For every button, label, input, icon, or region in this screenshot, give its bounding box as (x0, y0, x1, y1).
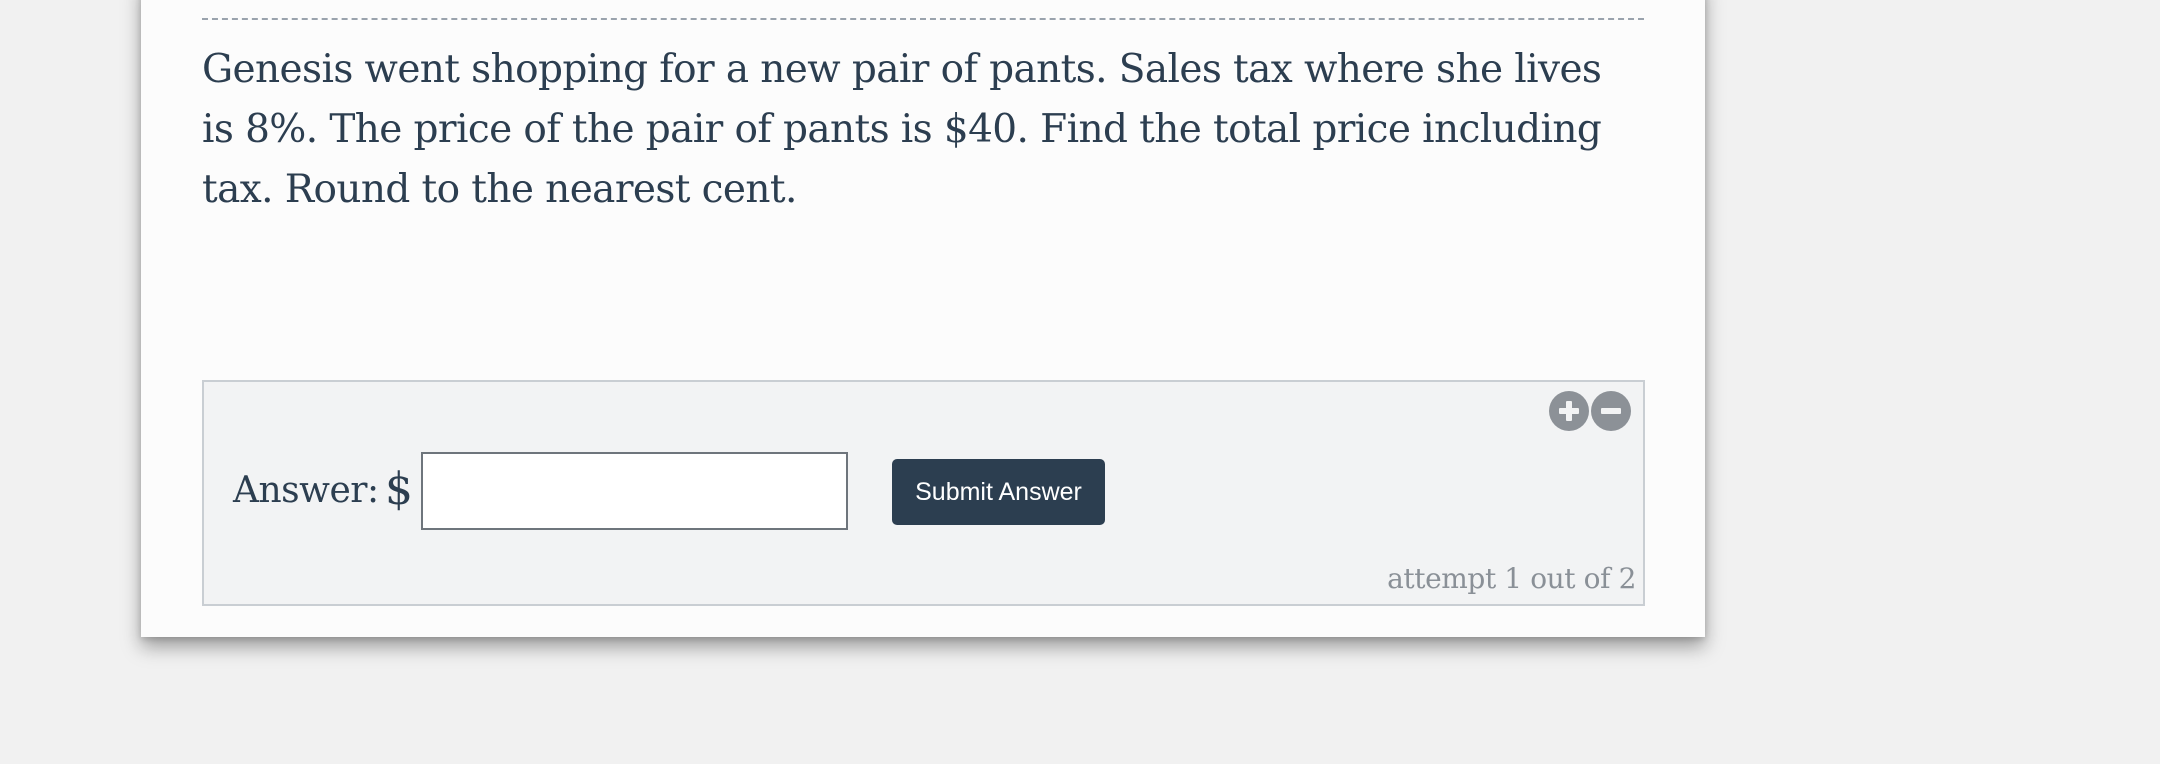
submit-answer-button[interactable]: Submit Answer (892, 459, 1105, 525)
question-text: Genesis went shopping for a new pair of … (202, 47, 1602, 212)
answer-panel: Answer: $ Submit Answer attempt 1 out of… (202, 380, 1645, 606)
attempt-counter: attempt 1 out of 2 (1387, 562, 1636, 595)
problem-card: Genesis went shopping for a new pair of … (141, 0, 1705, 637)
zoom-controls (1549, 391, 1631, 431)
answer-input[interactable] (421, 452, 848, 530)
plus-vertical-bar (1566, 401, 1572, 421)
minus-bar (1601, 408, 1621, 414)
answer-label: Answer: (233, 470, 379, 511)
dashed-divider (202, 18, 1644, 20)
currency-symbol: $ (385, 464, 413, 515)
zoom-out-icon[interactable] (1591, 391, 1631, 431)
zoom-in-icon[interactable] (1549, 391, 1589, 431)
